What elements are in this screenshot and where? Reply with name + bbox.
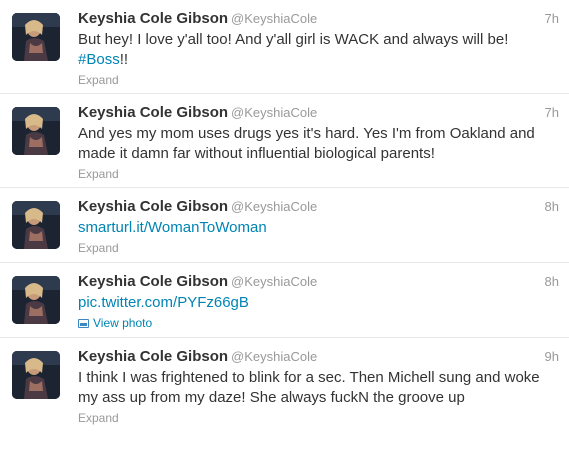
avatar-image — [12, 276, 60, 324]
avatar[interactable] — [12, 201, 60, 249]
view-photo-link[interactable]: View photo — [78, 315, 559, 331]
tweet-author-username[interactable]: @KeyshiaCole — [231, 11, 317, 26]
tweet-author-username[interactable]: @KeyshiaCole — [231, 349, 317, 364]
tweet-header: Keyshia Cole Gibson @KeyshiaCole 8h — [78, 272, 559, 292]
expand-link[interactable]: Expand — [78, 410, 559, 426]
avatar-image — [12, 13, 60, 61]
avatar-image — [12, 351, 60, 399]
expand-link[interactable]: Expand — [78, 166, 559, 182]
tweet-text: I think I was frightened to blink for a … — [78, 368, 559, 408]
photo-icon — [78, 319, 89, 328]
tweet-text-tail: !! — [119, 51, 129, 68]
view-photo-label: View photo — [93, 316, 153, 330]
tweet-author-name[interactable]: Keyshia Cole Gibson — [78, 198, 228, 215]
tweet-content: Keyshia Cole Gibson @KeyshiaCole 9h I thi… — [78, 347, 559, 426]
tweet-text: pic.twitter.com/PYFz66gB — [78, 293, 559, 313]
tweet-content: Keyshia Cole Gibson @KeyshiaCole 7h And y… — [78, 103, 559, 182]
tweet[interactable]: Keyshia Cole Gibson @KeyshiaCole 7h But h… — [0, 0, 569, 94]
tweet[interactable]: Keyshia Cole Gibson @KeyshiaCole 9h I thi… — [0, 338, 569, 435]
tweet-timestamp[interactable]: 7h — [545, 103, 559, 123]
expand-link[interactable]: Expand — [78, 72, 559, 88]
tweet-author-username[interactable]: @KeyshiaCole — [231, 105, 317, 120]
hashtag-link[interactable]: #Boss — [78, 51, 120, 68]
tweet-author-username[interactable]: @KeyshiaCole — [231, 274, 317, 289]
tweet-text-line: I think I was frightened to blink for a … — [78, 369, 540, 386]
avatar[interactable] — [12, 13, 60, 61]
tweet-text-line: And yes my mom uses drugs yes it's hard.… — [78, 125, 535, 142]
tweet-text: But hey! I love y'all too! And y'all gir… — [78, 30, 559, 70]
avatar-image — [12, 201, 60, 249]
tweet-photo-link[interactable]: pic.twitter.com/PYFz66gB — [78, 294, 249, 311]
tweet-timestamp[interactable]: 7h — [545, 9, 559, 29]
tweet-timestamp[interactable]: 8h — [545, 197, 559, 217]
avatar-image — [12, 107, 60, 155]
tweet-author-username[interactable]: @KeyshiaCole — [231, 199, 317, 214]
tweet-header: Keyshia Cole Gibson @KeyshiaCole 8h — [78, 197, 559, 217]
avatar[interactable] — [12, 107, 60, 155]
tweet-url-link[interactable]: smarturl.it/WomanToWoman — [78, 219, 267, 236]
tweet-content: Keyshia Cole Gibson @KeyshiaCole 7h But h… — [78, 9, 559, 88]
tweet-header: Keyshia Cole Gibson @KeyshiaCole 7h — [78, 9, 559, 29]
tweet-content: Keyshia Cole Gibson @KeyshiaCole 8h smart… — [78, 197, 559, 256]
tweet-author-name[interactable]: Keyshia Cole Gibson — [78, 104, 228, 121]
tweet-text-line: my ass up from my daze! She always fuckN… — [78, 389, 465, 406]
avatar[interactable] — [12, 276, 60, 324]
tweet-text-line: made it damn far without influential bio… — [78, 145, 435, 162]
tweet-timestamp[interactable]: 9h — [545, 347, 559, 367]
expand-link[interactable]: Expand — [78, 240, 559, 256]
timeline: Keyshia Cole Gibson @KeyshiaCole 7h But h… — [0, 0, 569, 454]
tweet-author-name[interactable]: Keyshia Cole Gibson — [78, 10, 228, 27]
tweet[interactable]: Keyshia Cole Gibson @KeyshiaCole 8h pic.t… — [0, 263, 569, 338]
tweet-text-line: But hey! I love y'all too! And y'all gir… — [78, 31, 509, 48]
tweet[interactable]: Keyshia Cole Gibson @KeyshiaCole 8h smart… — [0, 188, 569, 263]
tweet-author-name[interactable]: Keyshia Cole Gibson — [78, 273, 228, 290]
tweet-header: Keyshia Cole Gibson @KeyshiaCole 7h — [78, 103, 559, 123]
tweet-text: smarturl.it/WomanToWoman — [78, 218, 559, 238]
tweet-author-name[interactable]: Keyshia Cole Gibson — [78, 348, 228, 365]
tweet-text: And yes my mom uses drugs yes it's hard.… — [78, 124, 559, 164]
tweet-content: Keyshia Cole Gibson @KeyshiaCole 8h pic.t… — [78, 272, 559, 331]
tweet-header: Keyshia Cole Gibson @KeyshiaCole 9h — [78, 347, 559, 367]
tweet[interactable]: Keyshia Cole Gibson @KeyshiaCole 7h And y… — [0, 94, 569, 188]
avatar[interactable] — [12, 351, 60, 399]
tweet-timestamp[interactable]: 8h — [545, 272, 559, 292]
